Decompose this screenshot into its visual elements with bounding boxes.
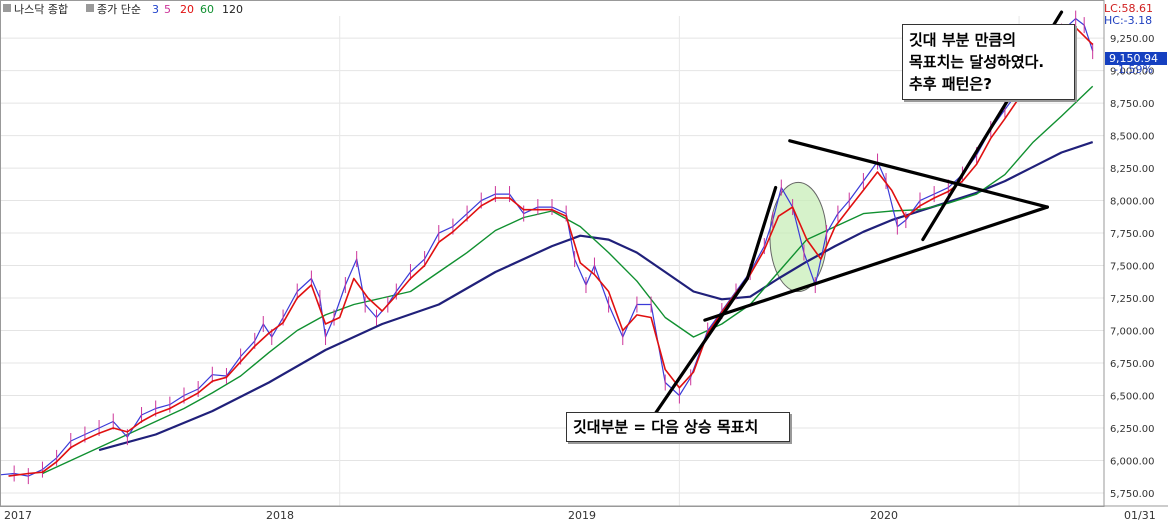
legend-period-3: 3 [152, 3, 159, 16]
y-tick-label: 8,000.00 [1110, 197, 1155, 208]
x-tick-label: 2018 [266, 509, 294, 522]
x-tick-label: 2020 [870, 509, 898, 522]
x-tick-label: 2017 [4, 509, 32, 522]
annotation-top-line-1: 깃대 부분 만큼의 [909, 31, 1017, 49]
legend-period-120: 120 [222, 3, 243, 16]
annotation-top-line-2: 목표치는 달성하였다. [909, 53, 1045, 71]
annotation-top-line-3: 추후 패턴은? [909, 75, 992, 93]
y-tick-label: 9,250.00 [1110, 34, 1155, 45]
annotation-bottom: 깃대부분 = 다음 상승 목표치 [566, 412, 790, 442]
y-tick-label: 6,000.00 [1110, 457, 1155, 468]
info-hc: HC:-3.18 [1104, 14, 1152, 27]
y-tick-label: 7,750.00 [1110, 229, 1155, 240]
price-tag: 9,150.94 [1109, 52, 1158, 65]
legend-period-5: 5 [164, 3, 171, 16]
y-tick-label: 8,250.00 [1110, 164, 1155, 175]
y-tick-label: 7,000.00 [1110, 327, 1155, 338]
legend-layer: 나스닥 종합 종가 단순 3 5 20 60 120 [3, 3, 243, 16]
y-tick-label: 6,250.00 [1110, 424, 1155, 435]
legend-series-label: 종가 단순 [97, 3, 141, 16]
legend-square-icon [3, 4, 11, 12]
x-tick-label: 2019 [568, 509, 596, 522]
y-tick-label: 6,500.00 [1110, 392, 1155, 403]
legend-period-20: 20 [180, 3, 194, 16]
x-tick-label: 01/31 [1124, 509, 1156, 522]
legend-title: 나스닥 종합 [14, 3, 68, 16]
y-tick-label: 6,750.00 [1110, 359, 1155, 370]
y-tick-label: 8,500.00 [1110, 132, 1155, 143]
y-tick-label: 7,250.00 [1110, 294, 1155, 305]
annotation-top: 깃대 부분 만큼의 목표치는 달성하였다. 추후 패턴은? [902, 24, 1075, 100]
annotation-bottom-text: 깃대부분 = 다음 상승 목표치 [573, 418, 759, 436]
legend-period-60: 60 [200, 3, 214, 16]
y-tick-label: 5,750.00 [1110, 489, 1155, 500]
y-tick-label: 8,750.00 [1110, 99, 1155, 110]
chart-root: 9,250.00 9,000.00 8,750.00 8,500.00 8,250.00… [0, 0, 1168, 525]
y-tick-label: 7,500.00 [1110, 262, 1155, 273]
legend-square-icon [86, 4, 94, 12]
